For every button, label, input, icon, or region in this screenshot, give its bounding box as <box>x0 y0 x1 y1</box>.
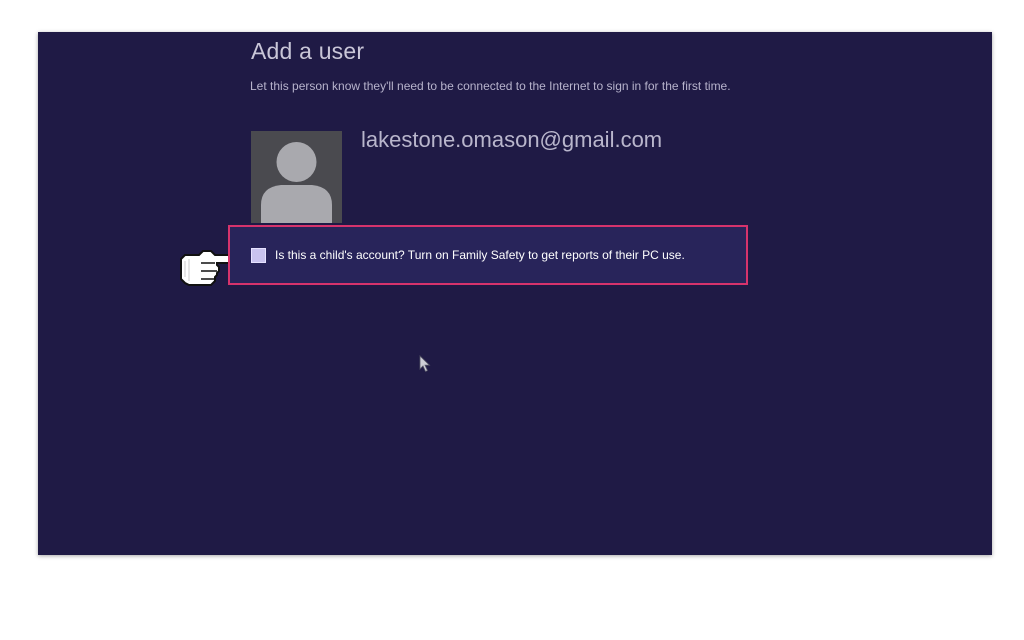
child-account-label[interactable]: Is this a child's account? Turn on Famil… <box>275 248 685 262</box>
subtitle-text: Let this person know they'll need to be … <box>250 79 731 93</box>
mouse-cursor-icon <box>419 355 431 373</box>
child-account-option[interactable]: Is this a child's account? Turn on Famil… <box>228 225 748 285</box>
add-user-screen: Add a user Let this person know they'll … <box>38 32 992 555</box>
user-email: lakestone.omason@gmail.com <box>361 127 663 152</box>
child-account-checkbox[interactable] <box>251 248 266 263</box>
page-title: Add a user <box>251 38 365 64</box>
user-silhouette-icon <box>261 142 332 223</box>
user-avatar <box>251 131 342 223</box>
